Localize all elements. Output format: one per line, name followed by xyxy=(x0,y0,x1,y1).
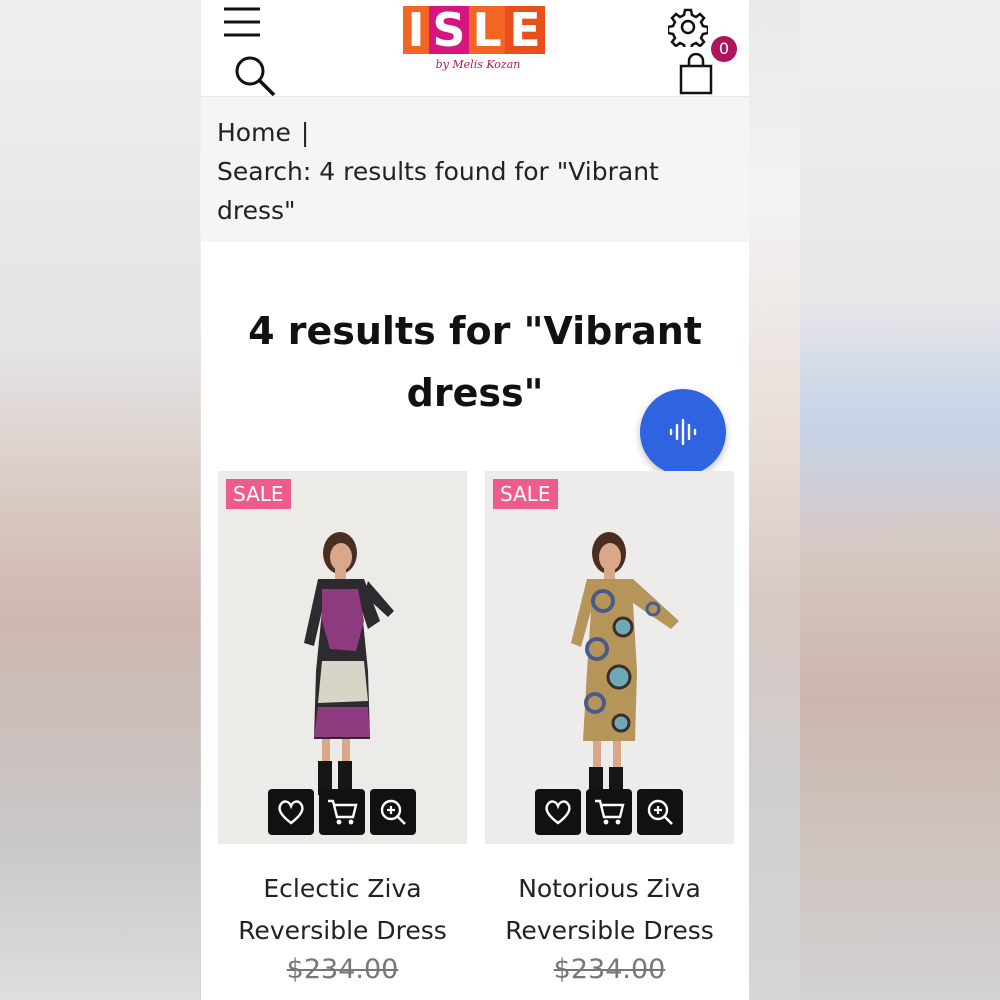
gear-icon[interactable] xyxy=(667,6,709,48)
breadcrumb-separator: | xyxy=(300,118,310,147)
product-price: $234.00 xyxy=(286,954,399,985)
add-to-cart-button[interactable] xyxy=(319,789,365,835)
background-blur-right xyxy=(800,0,1000,1000)
product-actions xyxy=(268,789,416,835)
logo-letter: E xyxy=(505,3,545,57)
background-blur-left xyxy=(0,0,200,1000)
cart-count-badge: 0 xyxy=(711,36,737,62)
sale-badge: SALE xyxy=(226,479,291,509)
breadcrumb: Home | Search: 4 results found for "Vibra… xyxy=(201,97,749,242)
hamburger-menu-icon[interactable] xyxy=(221,4,263,40)
product-image[interactable]: SALE xyxy=(485,471,734,844)
product-card[interactable]: SALE Eclectic Ziva Reversible Dress $234… xyxy=(218,471,467,985)
logo-wordmark: I S L E xyxy=(403,3,549,57)
product-image[interactable]: SALE xyxy=(218,471,467,844)
heart-icon xyxy=(545,800,571,825)
shopping-bag-icon[interactable] xyxy=(675,52,717,96)
logo-tagline: by Melis Kozan xyxy=(435,58,521,71)
search-icon[interactable] xyxy=(231,52,279,98)
voice-waveform-icon xyxy=(669,418,697,446)
breadcrumb-home-link[interactable]: Home xyxy=(217,118,291,147)
product-actions xyxy=(535,789,683,835)
logo-letter: S xyxy=(429,3,469,57)
product-price: $234.00 xyxy=(553,954,666,985)
wishlist-button[interactable] xyxy=(535,789,581,835)
cart-icon xyxy=(328,799,358,825)
voice-search-button[interactable] xyxy=(640,389,726,475)
cart-icon xyxy=(595,799,625,825)
site-header: I S L E by Melis Kozan 0 xyxy=(201,0,749,97)
logo-letter: I xyxy=(403,3,429,57)
zoom-in-icon xyxy=(380,799,406,825)
isle-logo[interactable]: I S L E by Melis Kozan xyxy=(403,3,549,76)
product-card[interactable]: SALE Notorious Ziva Reversible Dress $23… xyxy=(485,471,734,985)
add-to-cart-button[interactable] xyxy=(586,789,632,835)
product-name[interactable]: Notorious Ziva Reversible Dress xyxy=(485,868,734,952)
sale-badge: SALE xyxy=(493,479,558,509)
product-name[interactable]: Eclectic Ziva Reversible Dress xyxy=(218,868,467,952)
quick-view-button[interactable] xyxy=(370,789,416,835)
quick-view-button[interactable] xyxy=(637,789,683,835)
wishlist-button[interactable] xyxy=(268,789,314,835)
breadcrumb-current: Search: 4 results found for "Vibrant dre… xyxy=(217,157,659,225)
zoom-in-icon xyxy=(647,799,673,825)
heart-icon xyxy=(278,800,304,825)
mobile-page: I S L E by Melis Kozan 0 Home | Search: … xyxy=(201,0,749,1000)
logo-letter: L xyxy=(469,3,505,57)
